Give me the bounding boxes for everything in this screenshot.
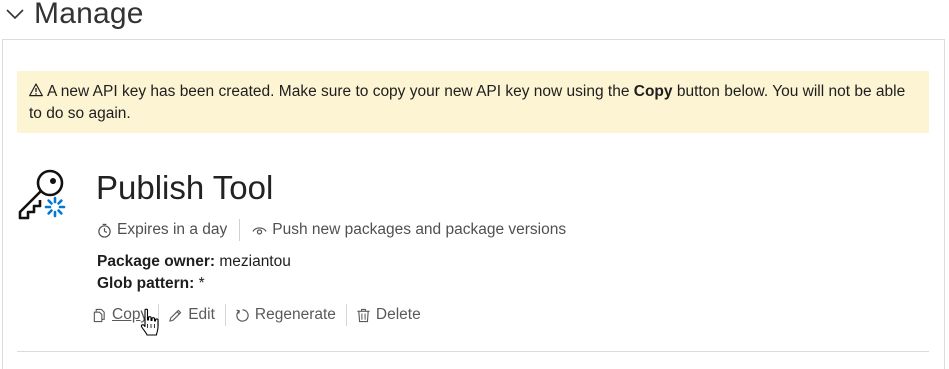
regenerate-button[interactable]: Regenerate: [235, 306, 336, 324]
refresh-icon: [236, 308, 249, 322]
hand-pointer-cursor: [140, 308, 159, 336]
meta-divider: [239, 219, 241, 241]
api-key-name: Publish Tool: [96, 169, 274, 206]
glob-pattern-value: *: [198, 275, 205, 292]
delete-label: Delete: [375, 306, 421, 323]
glob-pattern: Glob pattern: *: [97, 274, 205, 294]
warning-icon: [29, 83, 43, 97]
section-header[interactable]: Manage: [4, 0, 144, 34]
delete-button[interactable]: Delete: [356, 306, 421, 324]
stopwatch-icon: [98, 223, 111, 238]
package-owner: Package owner: meziantou: [97, 252, 291, 272]
expires-text: Expires in a day: [117, 221, 228, 238]
glob-pattern-label: Glob pattern:: [97, 275, 195, 292]
eye-icon: [252, 226, 267, 235]
chevron-down-icon[interactable]: [4, 3, 26, 25]
api-key-meta: Expires in a day Push new packages and p…: [97, 218, 566, 242]
pencil-icon: [169, 309, 182, 322]
copy-icon: [93, 308, 105, 322]
trash-icon: [357, 308, 370, 322]
alert-text-before: A new API key has been created. Make sur…: [47, 83, 634, 100]
edit-label: Edit: [188, 306, 215, 323]
scope-text: Push new packages and package versions: [272, 221, 567, 238]
section-title: Manage: [34, 0, 144, 30]
package-owner-value: meziantou: [219, 253, 291, 270]
action-divider: [345, 304, 347, 326]
action-divider: [224, 304, 226, 326]
key-icon: [18, 169, 66, 220]
alert-copy-emphasis: Copy: [633, 83, 673, 100]
edit-button[interactable]: Edit: [168, 306, 215, 324]
divider-line: [17, 351, 929, 352]
package-owner-label: Package owner:: [97, 253, 216, 270]
new-key-alert: A new API key has been created. Make sur…: [17, 71, 929, 133]
regenerate-label: Regenerate: [254, 306, 336, 323]
